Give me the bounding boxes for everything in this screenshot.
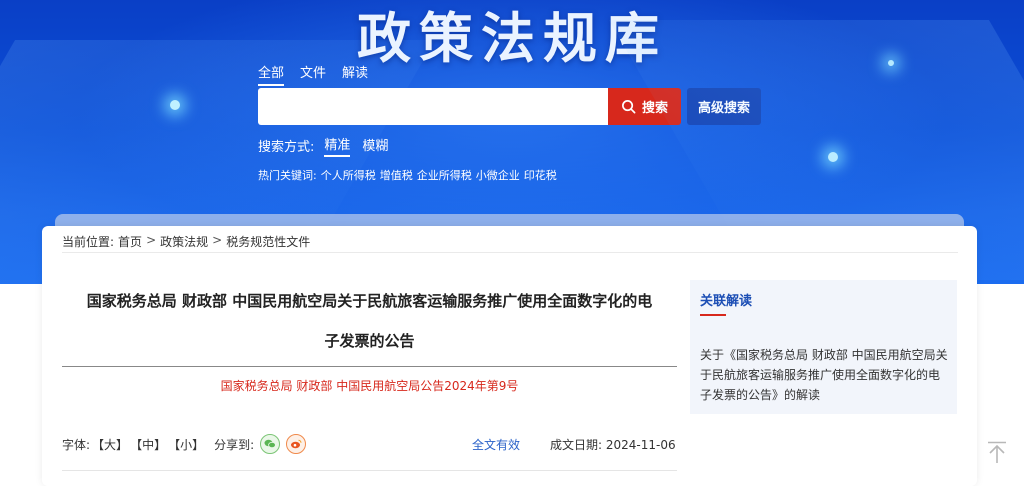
related-heading: 关联解读: [700, 294, 753, 309]
document-title-line: 国家税务总局 财政部 中国民用航空局关于民航旅客运输服务推广使用全面数字化的电: [86, 292, 653, 310]
search-icon: [622, 100, 636, 114]
back-to-top-icon[interactable]: [985, 440, 1009, 464]
divider: [62, 252, 958, 253]
document-tools: 字体: 【大】 【中】 【小】 分享到: 全文有效 成文日期: 2024-11-…: [62, 434, 677, 454]
site-title: 政策法规库: [357, 6, 667, 70]
hot-keyword[interactable]: 个人所得税: [321, 167, 376, 183]
wechat-glyph: [264, 439, 276, 449]
date-value: 2024-11-06: [605, 437, 676, 452]
font-large-button[interactable]: 【大】: [92, 436, 128, 453]
tab-interpretations[interactable]: 解读: [342, 62, 368, 86]
document-date: 成文日期: 2024-11-06: [550, 436, 676, 453]
document-title: 国家税务总局 财政部 中国民用航空局关于民航旅客运输服务推广使用全面数字化的电 …: [62, 281, 677, 361]
divider: [62, 366, 677, 367]
content-card: 当前位置: 首页 > 政策法规 > 税务规范性文件 国家税务总局 财政部 中国民…: [42, 226, 977, 486]
related-panel: 关联解读 关于《国家税务总局 财政部 中国民用航空局关于民航旅客运输服务推广使用…: [690, 280, 957, 414]
decorative-glow: [170, 100, 180, 110]
breadcrumb-policies[interactable]: 政策法规: [160, 233, 208, 250]
divider: [62, 470, 677, 471]
tab-all[interactable]: 全部: [258, 62, 285, 86]
tab-files[interactable]: 文件: [300, 62, 326, 86]
decorative-glow: [828, 152, 838, 162]
related-interpretation-link[interactable]: 关于《国家税务总局 财政部 中国民用航空局关于民航旅客运输服务推广使用全面数字化…: [700, 345, 948, 405]
font-medium-button[interactable]: 【中】: [130, 436, 166, 453]
breadcrumb: 当前位置: 首页 > 政策法规 > 税务规范性文件: [62, 233, 310, 250]
font-size-label: 字体:: [62, 437, 91, 452]
hot-keyword[interactable]: 印花税: [524, 167, 557, 183]
breadcrumb-separator: >: [146, 233, 157, 247]
breadcrumb-tax-docs[interactable]: 税务规范性文件: [226, 233, 310, 250]
search-input[interactable]: [258, 88, 608, 125]
share-label: 分享到:: [214, 437, 255, 452]
document-number: 国家税务总局 财政部 中国民用航空局公告2024年第9号: [220, 379, 519, 393]
breadcrumb-separator: >: [212, 233, 223, 247]
breadcrumb-label: 当前位置:: [62, 235, 115, 249]
search-button[interactable]: 搜索: [608, 88, 681, 125]
search-mode-row: 搜索方式: 精准 模糊: [258, 134, 388, 157]
hot-keywords: 热门关键词: 个人所得税 增值税 企业所得税 小微企业 印花税: [258, 167, 557, 183]
wechat-icon[interactable]: [260, 434, 281, 454]
validity-status[interactable]: 全文有效: [472, 436, 520, 453]
heading-underline: [700, 314, 726, 316]
hot-keyword[interactable]: 小微企业: [476, 167, 520, 183]
document-title-line: 子发票的公告: [324, 332, 415, 350]
breadcrumb-home[interactable]: 首页: [118, 233, 142, 250]
weibo-glyph: [291, 439, 302, 449]
search-button-label: 搜索: [641, 101, 668, 116]
scope-tabs: 全部 文件 解读: [258, 62, 384, 86]
date-label: 成文日期:: [550, 437, 603, 452]
advanced-search-button[interactable]: 高级搜索: [687, 88, 761, 125]
hot-keywords-label: 热门关键词:: [258, 169, 317, 182]
search-mode-label: 搜索方式:: [258, 140, 315, 155]
hot-keyword[interactable]: 企业所得税: [417, 167, 472, 183]
weibo-icon[interactable]: [286, 434, 307, 454]
hot-keyword[interactable]: 增值税: [380, 167, 413, 183]
decorative-glow: [888, 60, 894, 66]
mode-fuzzy[interactable]: 模糊: [362, 135, 388, 156]
mode-exact[interactable]: 精准: [324, 134, 351, 157]
font-small-button[interactable]: 【小】: [168, 436, 204, 453]
